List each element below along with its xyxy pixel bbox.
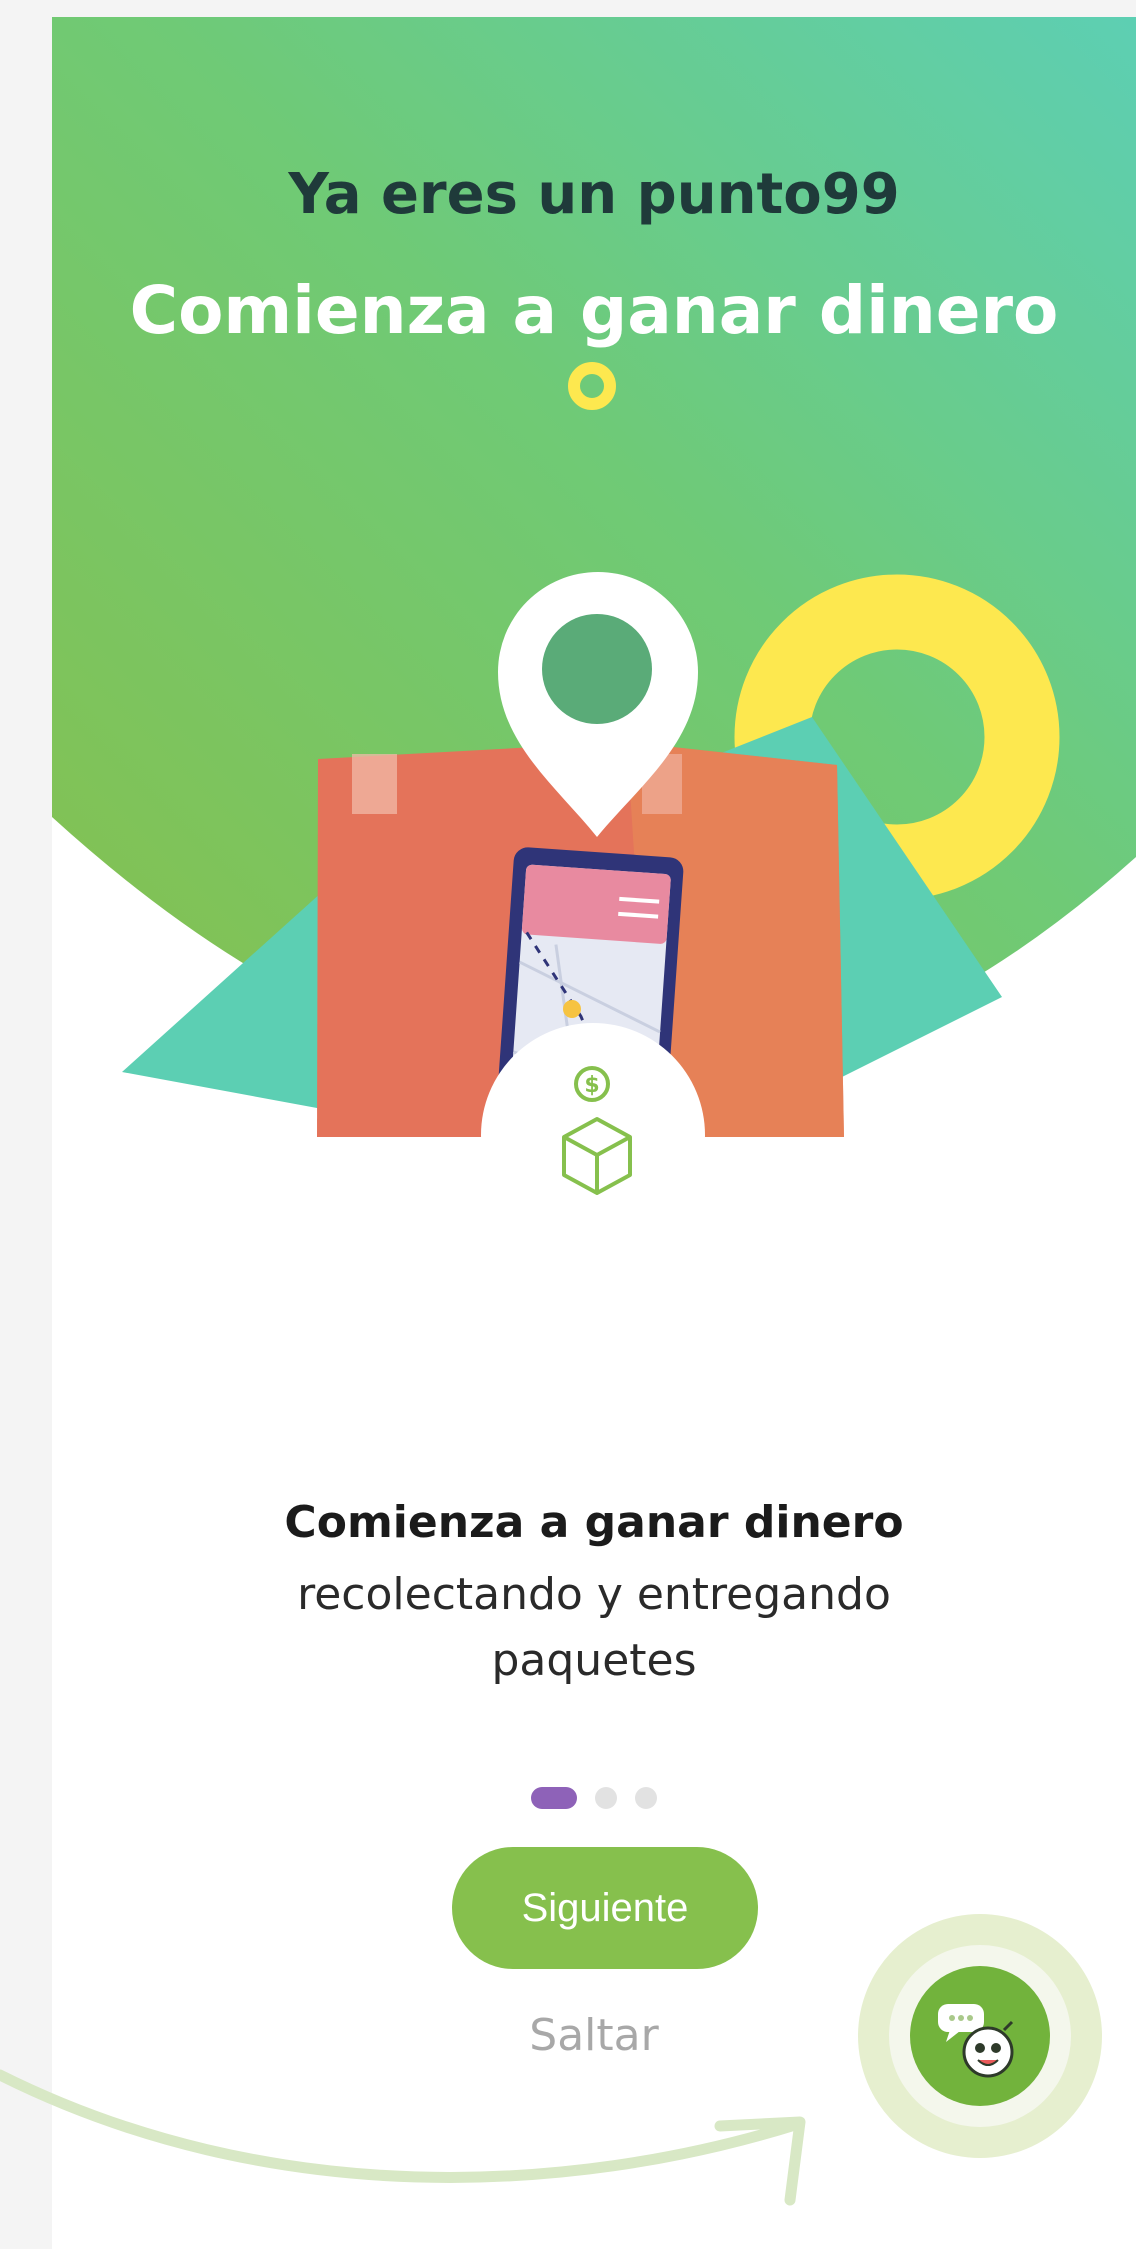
pagination-dot-3[interactable] [635, 1787, 657, 1809]
chat-button-ring [889, 1945, 1071, 2127]
small-ring-decoration [568, 362, 616, 410]
chat-help-button[interactable] [858, 1914, 1102, 2158]
next-button[interactable]: Siguiente [452, 1847, 758, 1969]
pagination-dots [52, 1786, 1136, 1810]
package-badge: $ [481, 1023, 705, 1247]
pagination-dot-1[interactable] [531, 1787, 577, 1809]
chat-button-core [910, 1966, 1050, 2106]
delivery-illustration: $ [122, 362, 1060, 1247]
svg-text:$: $ [584, 1073, 599, 1098]
body-description: recolectando y entregando paquetes [297, 1569, 891, 1686]
body-headline: Comienza a ganar dinero [284, 1497, 904, 1548]
onboarding-text: Comienza a ganar dinero recolectando y e… [52, 1497, 1136, 1694]
chat-mascot-icon [938, 2004, 1014, 2078]
pagination-dot-2[interactable] [595, 1787, 617, 1809]
